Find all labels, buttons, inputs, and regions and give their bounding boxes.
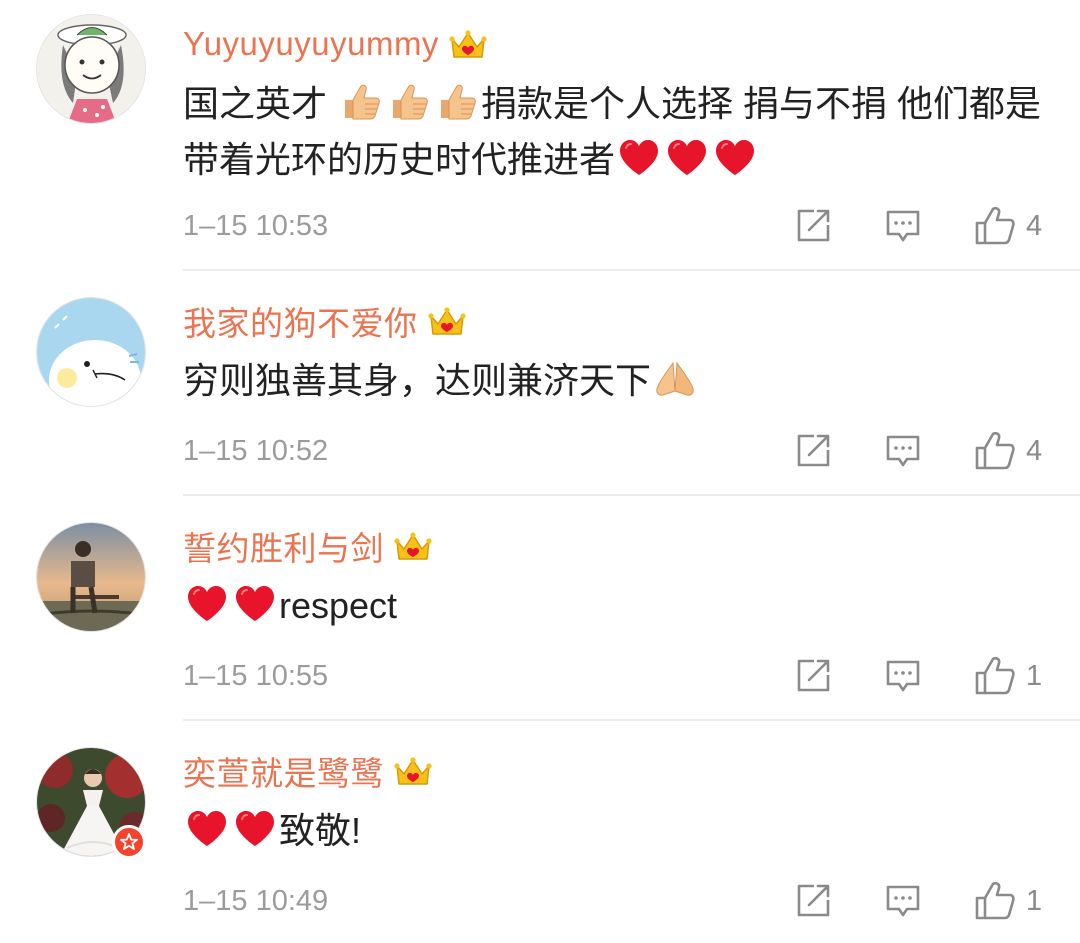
comment-item: Yuyuyuyuyummy 国之英才 捐款是个人选择 捐与不捐 他们都是带着光环… bbox=[0, 0, 1080, 271]
comment-item: 奕萱就是鹭鹭 致敬! 1–15 10:49 1 bbox=[0, 721, 1080, 943]
timestamp: 1–15 10:55 bbox=[183, 659, 329, 692]
avatar[interactable] bbox=[36, 522, 146, 632]
avatar[interactable] bbox=[36, 297, 146, 407]
like-count: 1 bbox=[1026, 659, 1043, 692]
reply-button[interactable] bbox=[884, 882, 922, 920]
red-heart-emoji-icon bbox=[668, 140, 707, 175]
thumbs-up-emoji-icon bbox=[345, 84, 380, 120]
repost-icon bbox=[797, 209, 830, 242]
crown-icon bbox=[394, 532, 432, 560]
comment-icon bbox=[886, 660, 920, 692]
comment-text: 致敬! bbox=[183, 803, 1043, 859]
thumbs-up-icon bbox=[975, 431, 1015, 470]
reply-button[interactable] bbox=[884, 432, 922, 470]
reply-button[interactable] bbox=[884, 207, 922, 245]
comment-meta: 1–15 10:52 4 bbox=[183, 431, 1044, 471]
repost-button[interactable] bbox=[794, 207, 832, 245]
comment-text-part: 穷则独善其身，达则兼济天下 bbox=[183, 360, 652, 401]
username[interactable]: 奕萱就是鹭鹭 bbox=[183, 747, 384, 795]
like-button[interactable]: 4 bbox=[974, 205, 1044, 247]
verified-badge bbox=[112, 825, 146, 859]
cartoon-bird-avatar-icon bbox=[37, 298, 145, 406]
comment-meta: 1–15 10:55 1 bbox=[183, 656, 1044, 696]
comment-icon bbox=[886, 885, 920, 917]
timestamp: 1–15 10:49 bbox=[183, 884, 329, 917]
comment-feed: Yuyuyuyuyummy 国之英才 捐款是个人选择 捐与不捐 他们都是带着光环… bbox=[0, 0, 1080, 943]
repost-icon bbox=[797, 884, 830, 917]
comment-meta: 1–15 10:53 4 bbox=[183, 206, 1044, 246]
red-heart-emoji-icon bbox=[716, 140, 755, 175]
red-heart-emoji-icon bbox=[620, 140, 659, 175]
repost-button[interactable] bbox=[794, 657, 832, 695]
folded-hands-emoji-icon bbox=[656, 361, 694, 396]
comment-icon bbox=[886, 210, 920, 242]
comment-item: 我家的狗不爱你 穷则独善其身，达则兼济天下 1–15 10:52 4 bbox=[0, 271, 1080, 496]
comment-meta: 1–15 10:49 1 bbox=[183, 881, 1044, 921]
like-button[interactable]: 4 bbox=[974, 430, 1044, 472]
reply-button[interactable] bbox=[884, 657, 922, 695]
comment-text: 国之英才 捐款是个人选择 捐与不捐 他们都是带着光环的历史时代推进者 bbox=[183, 76, 1043, 188]
comment-icon bbox=[886, 435, 920, 467]
repost-icon bbox=[797, 434, 830, 467]
red-heart-emoji-icon bbox=[188, 586, 226, 621]
thumbs-up-emoji-icon bbox=[441, 84, 476, 120]
thumbs-up-emoji-icon bbox=[393, 84, 428, 120]
crown-icon bbox=[449, 30, 487, 58]
like-count: 4 bbox=[1026, 209, 1043, 242]
thumbs-up-icon bbox=[975, 881, 1015, 920]
sunset-photo-avatar-icon bbox=[37, 523, 145, 631]
repost-button[interactable] bbox=[794, 882, 832, 920]
repost-button[interactable] bbox=[794, 432, 832, 470]
comment-actions: 1 bbox=[794, 880, 1044, 922]
comment-text-part: 致敬! bbox=[279, 810, 362, 851]
red-heart-emoji-icon bbox=[188, 811, 226, 846]
username-row: 誓约胜利与剑 bbox=[183, 522, 432, 570]
avatar[interactable] bbox=[36, 14, 146, 124]
timestamp: 1–15 10:52 bbox=[183, 434, 329, 467]
comment-actions: 4 bbox=[794, 205, 1044, 247]
like-count: 1 bbox=[1026, 884, 1043, 917]
crown-icon bbox=[427, 307, 466, 335]
username-row: 我家的狗不爱你 bbox=[183, 297, 466, 345]
like-button[interactable]: 1 bbox=[974, 655, 1044, 697]
thumbs-up-icon bbox=[975, 206, 1015, 245]
like-count: 4 bbox=[1026, 434, 1043, 467]
username-row: Yuyuyuyuyummy bbox=[183, 20, 487, 68]
comment-item: 誓约胜利与剑 respect 1–15 10:55 1 bbox=[0, 496, 1080, 721]
like-button[interactable]: 1 bbox=[974, 880, 1044, 922]
username[interactable]: 誓约胜利与剑 bbox=[183, 522, 384, 570]
repost-icon bbox=[797, 659, 830, 692]
comment-actions: 1 bbox=[794, 655, 1044, 697]
username-row: 奕萱就是鹭鹭 bbox=[183, 747, 432, 795]
crown-icon bbox=[394, 757, 432, 785]
comment-text-part: 国之英才 bbox=[183, 83, 338, 124]
timestamp: 1–15 10:53 bbox=[183, 209, 329, 242]
comment-text: respect bbox=[183, 578, 1043, 634]
verified-star-icon bbox=[120, 833, 138, 850]
red-heart-emoji-icon bbox=[236, 586, 274, 621]
girl-drawing-avatar-icon bbox=[37, 15, 145, 123]
thumbs-up-icon bbox=[975, 656, 1015, 695]
username[interactable]: 我家的狗不爱你 bbox=[183, 297, 418, 345]
comment-actions: 4 bbox=[794, 430, 1044, 472]
comment-text-part: respect bbox=[279, 585, 398, 626]
red-heart-emoji-icon bbox=[236, 811, 274, 846]
username[interactable]: Yuyuyuyuyummy bbox=[183, 25, 439, 63]
comment-text: 穷则独善其身，达则兼济天下 bbox=[183, 353, 1043, 409]
